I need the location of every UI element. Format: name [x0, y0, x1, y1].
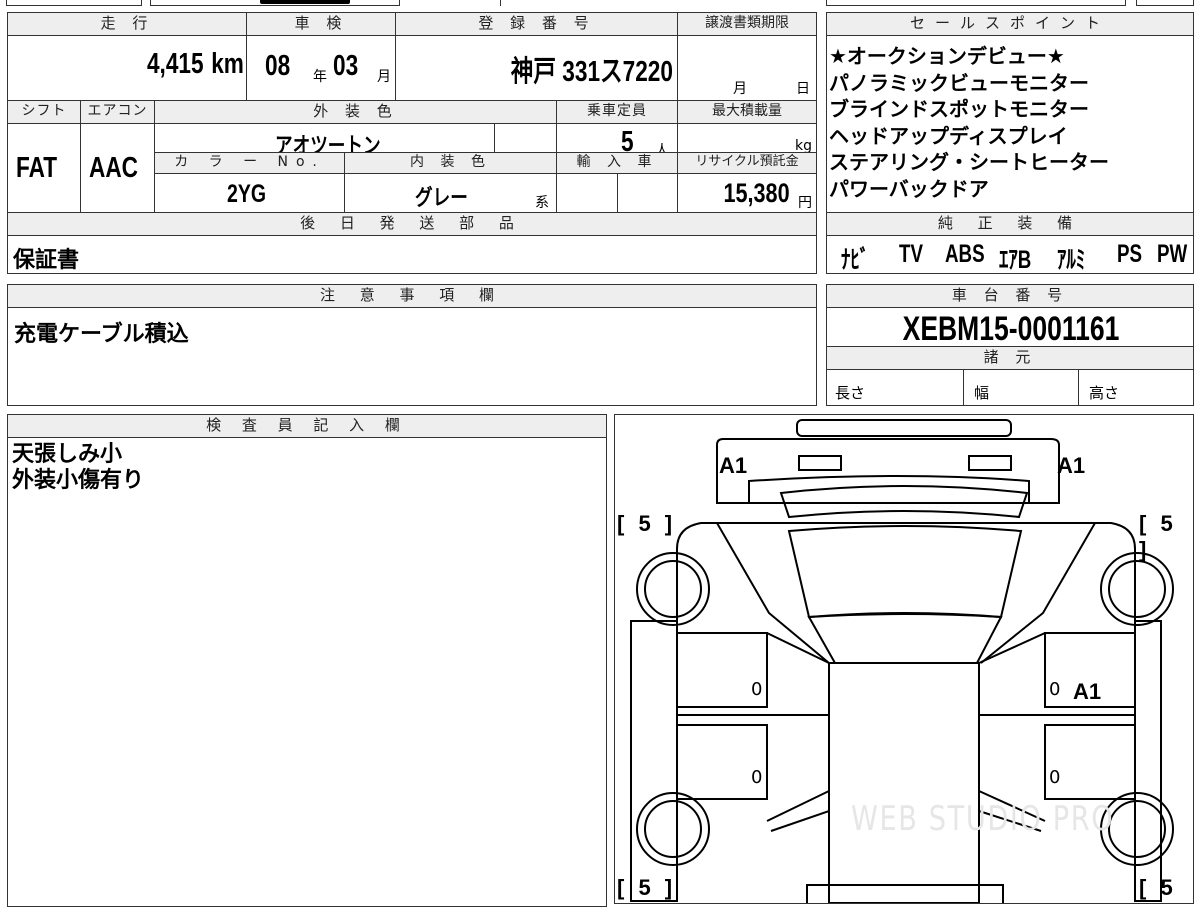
- spec-width-cell: 幅: [963, 369, 1079, 406]
- chassis-cell: XEBM15-0001161: [826, 307, 1194, 348]
- damage-diagram: A1 A1 A1 [ 5 ] [ 5 ] [ 5 ] [ 5 ] 0 0 0 0…: [614, 414, 1194, 904]
- shaken-header: 車 検: [246, 12, 396, 36]
- mileage-value: 4,415: [147, 48, 204, 80]
- chassis-value: XEBM15-0001161: [902, 310, 1120, 348]
- exterior-header: 外 装 色: [154, 100, 557, 124]
- sales-point-item: ★オークションデビュー★: [829, 44, 1065, 68]
- plate-header: 登 録 番 号: [395, 12, 678, 36]
- tire-depth-rear-left: [ 5 ]: [617, 875, 677, 900]
- transfer-cell: 月 日: [677, 35, 817, 101]
- inspector-line: 外装小傷有り: [12, 468, 145, 493]
- door-mark-right-front: 0: [1049, 679, 1061, 700]
- aircon-cell: AAC: [80, 123, 155, 213]
- inspector-header: 検 査 員 記 入 欄: [7, 414, 607, 438]
- transfer-header: 譲渡書類期限: [677, 12, 817, 36]
- import-cell-a: [556, 173, 618, 213]
- equipment-item: ｴｱB: [999, 246, 1032, 274]
- vehicle-info-grid: 走 行 車 検 登 録 番 号 譲渡書類期限 4,415 km 08 年 03 …: [7, 12, 817, 274]
- sales-point-item: ブラインドスポットモニター: [829, 97, 1089, 121]
- top-strip: [0, 0, 1200, 8]
- equipment-cell: ﾅﾋﾞ TV ABS ｴｱB ｱﾙﾐ PS PW: [826, 235, 1194, 274]
- chassis-header: 車 台 番 号: [826, 284, 1194, 308]
- aircon-header: エアコン: [80, 100, 155, 124]
- tire-depth-front-left: [ 5 ]: [617, 511, 677, 536]
- damage-mark-right-door: A1: [1073, 679, 1102, 704]
- sales-point-item: ステアリング・シートヒーター: [829, 150, 1109, 174]
- later-parts-cell: 保証書: [7, 235, 817, 274]
- plate-cell: 神戸 331ス7220: [395, 35, 678, 101]
- spec-length-cell: 長さ: [826, 369, 964, 406]
- later-parts-header: 後 日 発 送 部 品: [7, 212, 817, 236]
- tire-depth-front-right: [ 5 ]: [1139, 511, 1177, 562]
- spec-header: 諸 元: [826, 346, 1194, 370]
- aircon-value: AAC: [89, 152, 139, 184]
- damage-mark-front-right: A1: [1057, 453, 1086, 478]
- equipment-header: 純 正 装 備: [826, 212, 1194, 236]
- colorno-value: 2YG: [227, 180, 267, 208]
- sales-points-cell: ★オークションデビュー★ パノラミックビューモニター ブラインドスポットモニター…: [826, 35, 1194, 213]
- equipment-item: ﾅﾋﾞ: [841, 246, 870, 274]
- transfer-month-unit: 月: [733, 81, 747, 97]
- colorno-header: カ ラ ー No.: [154, 152, 345, 174]
- shaken-month: 03: [333, 50, 359, 82]
- import-header: 輸 入 車: [556, 152, 678, 174]
- watermark: WEB STUDIO PRO: [851, 799, 1115, 839]
- later-parts-value: 保証書: [13, 248, 80, 273]
- sales-point-item: パノラミックビューモニター: [829, 70, 1089, 95]
- spec-width-label: 幅: [974, 384, 990, 402]
- shaken-cell: 08 年 03 月: [246, 35, 396, 101]
- equipment-item: ABS: [945, 240, 985, 268]
- shaken-year: 08: [265, 50, 291, 82]
- notes-header: 注 意 事 項 欄: [7, 284, 817, 308]
- door-mark-left-rear: 0: [751, 767, 763, 788]
- recycle-header: リサイクル預託金: [677, 152, 817, 174]
- damage-mark-front-left: A1: [719, 453, 748, 478]
- plate-value: 神戸 331ス7220: [510, 56, 673, 88]
- shift-header: シフト: [7, 100, 81, 124]
- shift-value: FAT: [16, 152, 58, 184]
- mileage-header: 走 行: [7, 12, 247, 36]
- recycle-cell: 15,380 円: [677, 173, 817, 213]
- door-mark-left-front: 0: [751, 679, 763, 700]
- mileage-unit: km: [211, 48, 244, 80]
- recycle-unit: 円: [798, 195, 812, 211]
- equipment-item: TV: [899, 240, 923, 268]
- transfer-day-unit: 日: [796, 81, 810, 97]
- shift-cell: FAT: [7, 123, 81, 213]
- equipment-item: PW: [1157, 240, 1188, 268]
- import-cell-b: [617, 173, 678, 213]
- sales-points-header: セールスポイント: [826, 12, 1194, 36]
- interior-unit: 系: [535, 195, 549, 211]
- maxload-header: 最大積載量: [677, 100, 817, 124]
- equipment-item: ｱﾙﾐ: [1057, 246, 1086, 274]
- interior-cell: グレー 系: [344, 173, 557, 213]
- sales-point-item: ヘッドアップディスプレイ: [829, 123, 1068, 148]
- inspector-line: 天張しみ小: [12, 442, 123, 467]
- interior-value: グレー: [415, 186, 468, 211]
- notes-cell: 充電ケーブル積込: [7, 307, 817, 406]
- equipment-item: PS: [1117, 240, 1143, 268]
- mileage-cell: 4,415 km: [7, 35, 247, 101]
- sales-point-item: パワーバックドア: [829, 176, 989, 201]
- notes-value: 充電ケーブル積込: [14, 322, 189, 347]
- interior-header: 内 装 色: [344, 152, 557, 174]
- spec-height-cell: 高さ: [1078, 369, 1194, 406]
- door-mark-right-rear: 0: [1049, 767, 1061, 788]
- shaken-year-unit: 年: [313, 69, 327, 85]
- colorno-cell: 2YG: [154, 173, 345, 213]
- spec-length-label: 長さ: [835, 384, 866, 402]
- spec-height-label: 高さ: [1089, 384, 1120, 402]
- recycle-value: 15,380: [723, 178, 790, 208]
- capacity-header: 乗車定員: [556, 100, 678, 124]
- inspector-cell: 天張しみ小 外装小傷有り: [7, 437, 607, 907]
- shaken-month-unit: 月: [377, 69, 391, 85]
